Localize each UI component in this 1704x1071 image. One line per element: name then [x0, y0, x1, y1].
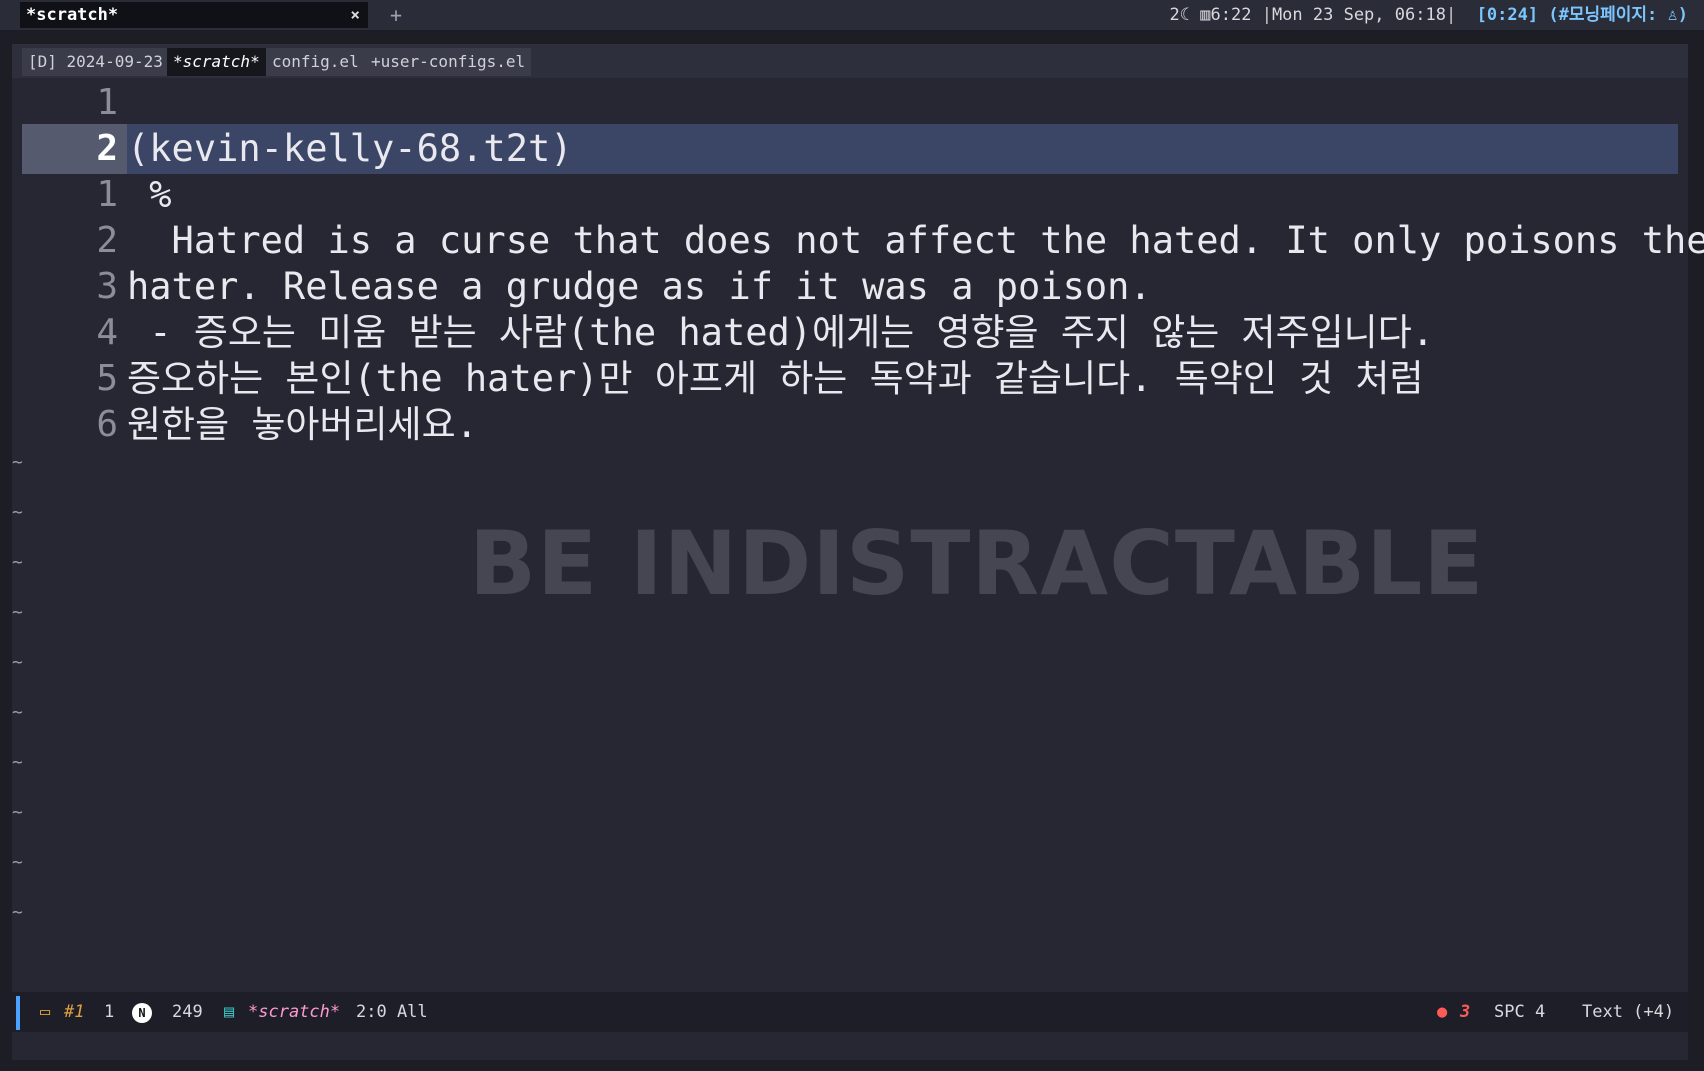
indent-style[interactable]: SPC 4	[1494, 992, 1545, 1032]
github-icon[interactable]: ●	[1437, 992, 1447, 1032]
buffer-line: 1 %	[12, 170, 1688, 220]
line-number: 2	[96, 220, 118, 261]
empty-line-marker: ~	[12, 852, 23, 873]
line-text[interactable]: 원한을 놓아버리세요.	[127, 400, 478, 450]
modeline: ▭ #1 1 N 249 ▤ *scratch* 2:0 All ● 3 SPC…	[12, 992, 1688, 1032]
cursor-position: 2:0 All	[356, 1002, 428, 1022]
line-number: 1	[96, 82, 118, 123]
tab-user-configs-el[interactable]: +user-configs.el	[365, 48, 532, 76]
line-text[interactable]: hater. Release a grudge as if it was a p…	[127, 262, 1152, 312]
tab-scratch[interactable]: *scratch*	[167, 48, 266, 76]
battery-icon: ▥	[1200, 5, 1211, 25]
close-icon[interactable]: ×	[350, 2, 360, 28]
github-notification-count[interactable]: 3	[1460, 992, 1470, 1032]
moon-icon: ☾	[1179, 5, 1190, 25]
major-mode[interactable]: Text (+4)	[1582, 992, 1674, 1032]
line-text[interactable]: (kevin-kelly-68.t2t)	[127, 124, 573, 174]
separator: |	[1445, 5, 1457, 25]
buffer-line: 4 - 증오는 미움 받는 사람(the hated)에게는 영향을 주지 않는…	[12, 308, 1688, 358]
file-icon: ▤	[224, 1002, 235, 1022]
line-number: 5	[96, 358, 118, 399]
tab-config-el[interactable]: config.el	[266, 48, 365, 76]
buffer-line: 3 hater. Release a grudge as if it was a…	[12, 262, 1688, 312]
battery-time: 6:22	[1210, 5, 1252, 25]
window-number: 1	[104, 1002, 115, 1022]
empty-line-marker: ~	[12, 502, 23, 523]
empty-line-marker: ~	[12, 902, 23, 923]
tab-daily-note[interactable]: [D] 2024-09-23	[22, 48, 169, 76]
clock-session: [0:24]	[1476, 5, 1539, 25]
active-window-indicator	[16, 996, 20, 1030]
current-line: 2 (kevin-kelly-68.t2t)	[22, 124, 1678, 174]
evil-state-indicator: N	[132, 992, 152, 1032]
buffer-line: 1	[12, 78, 1688, 128]
window-tab-scratch[interactable]: *scratch* ×	[20, 2, 368, 28]
line-number: 3	[96, 266, 118, 307]
line-number: 2	[96, 128, 118, 169]
empty-line-marker: ~	[12, 752, 23, 773]
buffer-line: 6 원한을 놓아버리세요.	[12, 400, 1688, 450]
line-text[interactable]: 증오하는 본인(the hater)만 아프게 하는 독약과 같습니다. 독약인…	[127, 354, 1424, 404]
empty-line-marker: ~	[12, 802, 23, 823]
meditation-icon: ♙	[1667, 5, 1678, 25]
window-edge	[1688, 30, 1704, 1071]
char-count: 249	[172, 1002, 203, 1022]
clock-channel: (#모닝페이지:	[1548, 5, 1658, 25]
line-text[interactable]: %	[127, 170, 171, 220]
clock-channel-close: )	[1677, 5, 1688, 25]
empty-line-marker: ~	[12, 652, 23, 673]
workspace-name[interactable]: #1	[64, 992, 84, 1032]
workspace-icon: ▭	[40, 1002, 51, 1022]
line-number: 1	[96, 174, 118, 215]
empty-line-marker: ~	[12, 702, 23, 723]
empty-line-marker: ~	[12, 552, 23, 573]
separator: |	[1261, 5, 1272, 25]
window-tab-label: *scratch*	[26, 5, 119, 25]
line-text[interactable]: - 증오는 미움 받는 사람(the hated)에게는 영향을 주지 않는 저…	[127, 308, 1434, 358]
top-bar: *scratch* × + 2☾ ▥6:22 |Mon 23 Sep, 06:1…	[0, 0, 1704, 30]
normal-mode-badge: N	[132, 1003, 152, 1023]
echo-area[interactable]	[12, 1032, 1688, 1060]
empty-line-marker: ~	[12, 452, 23, 473]
date-time: Mon 23 Sep, 06:18	[1271, 5, 1446, 25]
line-number: 4	[96, 312, 118, 353]
buffer-line: 2 Hatred is a curse that does not affect…	[12, 216, 1704, 266]
emacs-frame: [D] 2024-09-23 *scratch* config.el +user…	[12, 44, 1704, 1060]
buffer-name[interactable]: *scratch*	[248, 992, 340, 1032]
system-status: 2☾ ▥6:22 |Mon 23 Sep, 06:18| [0:24] (#모닝…	[1169, 0, 1688, 30]
buffer-tab-bar: [D] 2024-09-23 *scratch* config.el +user…	[12, 44, 1688, 78]
empty-line-marker: ~	[12, 602, 23, 623]
line-text[interactable]: Hatred is a curse that does not affect t…	[127, 216, 1704, 266]
new-tab-button[interactable]: +	[384, 2, 408, 28]
watermark: BE INDISTRACTABLE	[469, 512, 1485, 615]
line-number: 6	[96, 404, 118, 445]
buffer-line: 5 증오하는 본인(the hater)만 아프게 하는 독약과 같습니다. 독…	[12, 354, 1688, 404]
workspace-count: 2	[1169, 5, 1180, 25]
